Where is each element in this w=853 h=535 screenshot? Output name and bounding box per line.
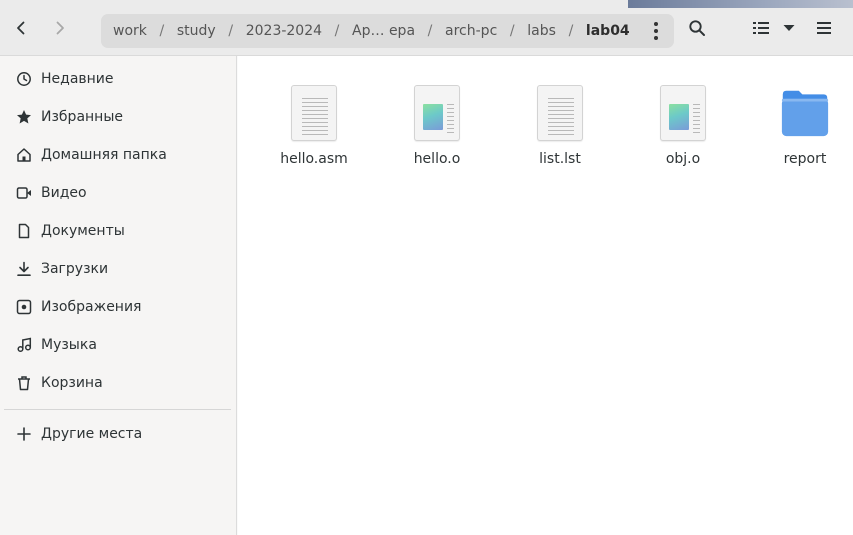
breadcrumb-architecture[interactable]: Ар… ера (352, 23, 415, 39)
breadcrumb-separator: / (334, 23, 340, 39)
view-list-button[interactable] (749, 16, 773, 40)
breadcrumb-separator: / (568, 23, 574, 39)
plus-icon (16, 426, 32, 442)
breadcrumb-year[interactable]: 2023-2024 (246, 23, 322, 39)
file-name: list.lst (539, 151, 581, 167)
breadcrumb-work[interactable]: work (113, 23, 147, 39)
document-icon (16, 223, 32, 239)
object-file-icon (659, 84, 707, 142)
more-vertical-icon (654, 22, 658, 26)
desktop-wallpaper-edge (628, 0, 853, 8)
image-icon (16, 299, 32, 315)
file-name: hello.asm (280, 151, 348, 167)
sidebar-item-pictures[interactable]: Изображения (0, 288, 236, 326)
file-manager-window: work / study / 2023-2024 / Ар… ера / arc… (0, 0, 853, 535)
chevron-left-icon (17, 21, 25, 35)
trash-icon (16, 375, 32, 391)
file-name: obj.o (665, 151, 701, 167)
search-button[interactable] (685, 16, 709, 40)
file-item-hello-o[interactable]: hello.o (387, 84, 487, 184)
caret-down-icon (783, 25, 795, 31)
sidebar: Недавние Избранные Домашняя папка Видео … (0, 56, 237, 535)
sidebar-item-starred[interactable]: Избранные (0, 98, 236, 136)
sidebar-item-label: Домашняя папка (41, 147, 167, 163)
breadcrumb-lab04[interactable]: lab04 (586, 23, 630, 39)
main-menu-button[interactable] (812, 16, 836, 40)
text-file-icon (536, 84, 584, 142)
breadcrumb-labs[interactable]: labs (527, 23, 556, 39)
home-icon (16, 147, 32, 163)
sidebar-item-home[interactable]: Домашняя папка (0, 136, 236, 174)
breadcrumb-separator: / (228, 23, 234, 39)
sidebar-item-label: Корзина (41, 375, 103, 391)
object-file-icon (413, 84, 461, 142)
sidebar-item-label: Видео (41, 185, 87, 201)
music-icon (16, 337, 32, 353)
sidebar-item-videos[interactable]: Видео (0, 174, 236, 212)
text-file-icon (290, 84, 338, 142)
file-item-obj-o[interactable]: obj.o (633, 84, 733, 184)
breadcrumb-arch-pc[interactable]: arch-pc (445, 23, 497, 39)
sidebar-item-label: Изображения (41, 299, 142, 315)
folder-icon (781, 84, 829, 142)
sidebar-item-label: Другие места (41, 426, 143, 442)
view-options-button[interactable] (777, 16, 801, 40)
file-item-hello-asm[interactable]: hello.asm (264, 84, 364, 184)
chevron-right-icon (56, 21, 64, 35)
sidebar-item-documents[interactable]: Документы (0, 212, 236, 250)
sidebar-item-label: Документы (41, 223, 125, 239)
download-icon (16, 261, 32, 277)
sidebar-item-label: Музыка (41, 337, 97, 353)
sidebar-item-label: Избранные (41, 109, 123, 125)
clock-icon (16, 71, 32, 87)
sidebar-item-other-locations[interactable]: Другие места (0, 415, 236, 453)
sidebar-item-label: Недавние (41, 71, 114, 87)
hamburger-menu-icon (817, 22, 831, 34)
breadcrumb-separator: / (427, 23, 433, 39)
breadcrumb-study[interactable]: study (177, 23, 216, 39)
file-name: report (783, 151, 827, 167)
list-view-icon (753, 22, 769, 34)
search-icon (689, 20, 705, 36)
sidebar-item-downloads[interactable]: Загрузки (0, 250, 236, 288)
breadcrumb-separator: / (159, 23, 165, 39)
video-icon (16, 185, 32, 201)
file-view[interactable]: hello.asm hello.o list.lst obj.o report (238, 56, 853, 535)
sidebar-item-label: Загрузки (41, 261, 109, 277)
sidebar-divider (4, 409, 231, 410)
breadcrumb-separator: / (509, 23, 515, 39)
file-item-report[interactable]: report (755, 84, 853, 184)
sidebar-item-trash[interactable]: Корзина (0, 364, 236, 402)
path-bar: work / study / 2023-2024 / Ар… ера / arc… (101, 14, 674, 48)
file-item-list-lst[interactable]: list.lst (510, 84, 610, 184)
sidebar-item-recent[interactable]: Недавние (0, 60, 236, 98)
file-name: hello.o (413, 151, 461, 167)
header-bar: work / study / 2023-2024 / Ар… ера / arc… (0, 0, 853, 56)
back-button[interactable] (7, 14, 35, 42)
path-menu-button[interactable] (644, 19, 668, 43)
forward-button[interactable] (46, 14, 74, 42)
sidebar-item-music[interactable]: Музыка (0, 326, 236, 364)
star-icon (16, 109, 32, 125)
